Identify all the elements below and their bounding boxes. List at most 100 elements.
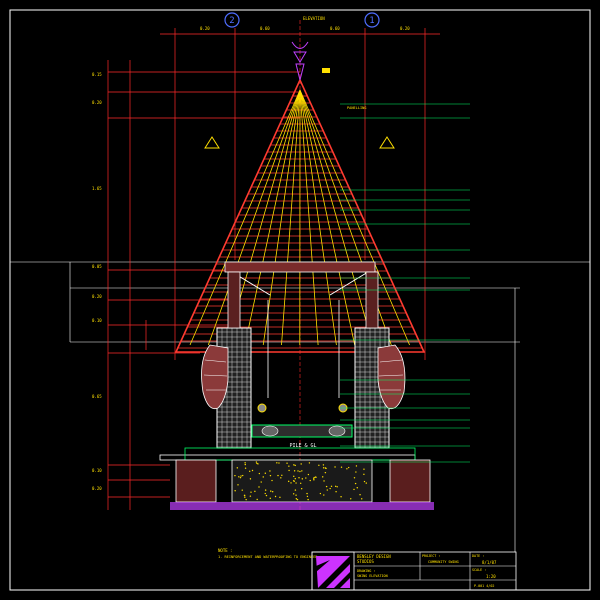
scale-value: 1:20 [486,574,496,579]
gravel-dot [294,464,296,467]
gravel-dot [286,462,288,464]
gravel-dot [269,470,271,472]
roof-finial [291,41,330,81]
gravel-dot [306,495,309,498]
drawing-value: SWING ELEVATION [357,574,388,578]
gravel-dot [325,467,327,470]
gravel-dot [295,494,297,496]
sheet-number: P-001 4/02 [474,584,494,588]
svg-text:0.20: 0.20 [92,294,102,299]
gravel-dot [234,474,236,477]
gravel-dot [355,465,358,467]
gravel-dot [295,482,297,484]
gravel-dot [294,477,296,480]
project-label: PROJECT : [422,554,440,558]
gravel-dot [262,476,264,478]
studio-sub: STUDIOS [357,559,374,564]
gravel-dot [237,484,239,486]
gravel-dot [353,477,356,479]
gravel-dot [264,489,267,491]
gravel-dot [329,487,331,490]
gravel-dot [322,467,325,469]
gravel-dot [365,482,367,484]
gravel-dot [244,463,246,466]
gravel-dot [306,492,308,495]
gravel-dot [293,464,295,466]
gravel-dot [307,473,310,476]
gravel-dot [290,482,292,484]
gravel-dot [293,470,296,472]
gravel-dot [249,478,252,480]
svg-text:0.60: 0.60 [260,26,270,31]
gravel-dot [258,486,260,488]
gravel-dot [307,498,309,501]
notes-line: 1. REINFORCEMENT AND WATERPROOFING TO EN… [218,555,318,559]
svg-text:1.65: 1.65 [92,186,102,191]
gravel-dot [353,488,355,491]
gravel-dot [294,489,297,491]
gravel-dot [300,488,303,490]
rafter-line [207,89,301,346]
gravel-dot [238,476,240,478]
date-label: DATE : [472,554,484,558]
gravel-dot [292,493,295,495]
apex-note: PANELLING [347,106,366,110]
gravel-dot [244,467,247,469]
gravel-dot [277,474,279,477]
gravel-dot [251,469,254,472]
gravel-dot [269,497,271,500]
gravel-dot [256,498,258,501]
svg-text:0.10: 0.10 [92,468,102,473]
rafter-line [299,89,319,346]
gravel-dot [239,476,242,479]
gravel-dot [250,491,252,493]
gravel-dot [271,490,274,493]
gravel-dot [322,476,324,478]
gravel-dot [359,493,361,496]
gravel-dot [249,470,251,472]
gravel-dot [295,498,298,500]
gravel-dot [265,494,268,497]
gravel-dot [255,461,258,463]
gravel-dot [256,462,258,465]
gravel-dot [244,496,246,498]
gravel-dot [243,494,246,497]
gravel-dot [296,498,299,501]
grid-bubble-label: 2 [229,16,234,26]
gravel-dot [330,485,333,487]
gravel-dot [324,471,327,474]
rafter-line [189,89,301,346]
gravel-dot [323,494,325,496]
gravel-dot [278,462,280,464]
gravel-dot [274,495,277,498]
gravel-dot [347,466,350,469]
right-hand-sculpture [377,344,406,410]
gravel-dot [334,485,337,488]
gravel-dot [249,495,252,497]
gravel-dot [363,473,365,476]
gravel-dot [288,469,290,472]
rafter-line [299,89,410,346]
gravel-dot [297,470,299,472]
gravel-dot [361,498,363,500]
drawing-label: DRAWING : [357,569,375,573]
gravel-dot [309,479,311,482]
gravel-dot [363,480,366,483]
gravel-dot [326,489,328,491]
swing-seat: PILE & GL [251,300,353,449]
level-marker-icon [204,136,220,149]
gravel-dot [292,480,295,482]
cad-drawing-sheet: 0.15 0.20 1.65 0.05 0.20 0.10 0.65 0.10 0.20… [9,9,591,591]
gravel-dot [287,480,290,483]
top-center-label: ELEVATION [303,16,325,21]
gravel-dot [334,466,336,468]
gravel-dot [276,462,278,464]
foundation [159,447,434,510]
gravel-dot [314,476,317,478]
gravel-dot [336,486,338,488]
gravel-dot [279,496,281,499]
grid-bubble-1: 1 [364,12,380,28]
gravel-dot [313,479,315,481]
gravel-dot [325,485,328,488]
project-value: COMMUNITY SWING [428,560,459,564]
